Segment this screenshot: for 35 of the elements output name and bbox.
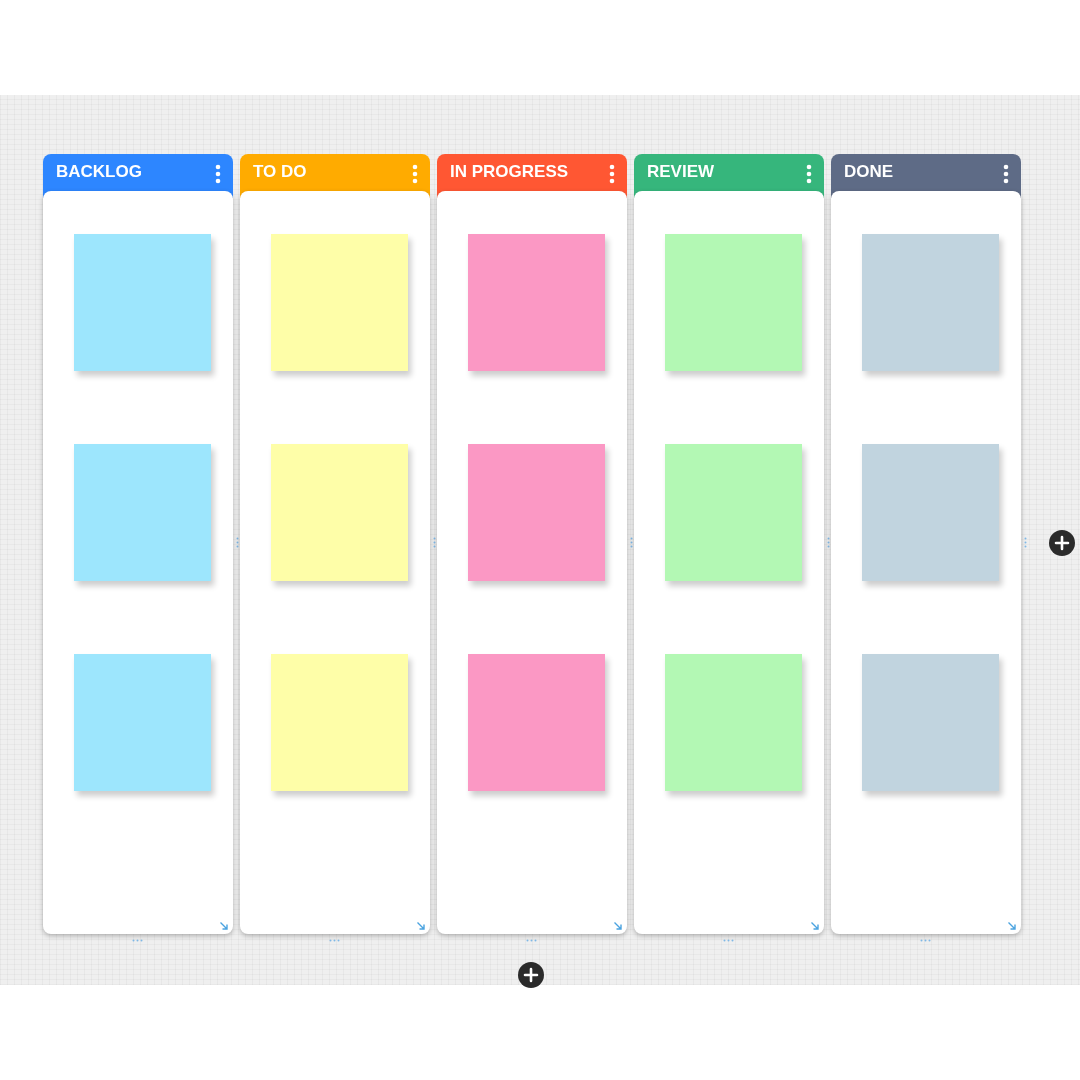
sticky-note[interactable] — [74, 234, 211, 371]
resize-arrow-icon[interactable] — [219, 921, 229, 931]
add-icon[interactable] — [1049, 530, 1075, 556]
add-icon[interactable] — [518, 962, 544, 988]
resize-arrow-icon[interactable] — [810, 921, 820, 931]
sticky-note[interactable] — [665, 654, 802, 791]
sticky-note[interactable] — [468, 444, 605, 581]
resize-arrow-icon[interactable] — [416, 921, 426, 931]
column-title: TO DO — [253, 162, 307, 182]
column-title: REVIEW — [647, 162, 715, 182]
sticky-note[interactable] — [665, 234, 802, 371]
sticky-note[interactable] — [271, 234, 408, 371]
drag-handle-icon[interactable] — [827, 537, 830, 548]
sticky-note[interactable] — [74, 444, 211, 581]
column-title: DONE — [844, 162, 894, 182]
sticky-note[interactable] — [74, 654, 211, 791]
sticky-note[interactable] — [468, 234, 605, 371]
sticky-note[interactable] — [862, 654, 999, 791]
column-title: IN PROGRESS — [450, 162, 569, 182]
sticky-note[interactable] — [665, 444, 802, 581]
sticky-note[interactable] — [862, 234, 999, 371]
resize-arrow-icon[interactable] — [613, 921, 623, 931]
column-title: BACKLOG — [56, 162, 142, 182]
sticky-note[interactable] — [271, 654, 408, 791]
drag-handle-icon[interactable] — [630, 537, 633, 548]
sticky-note[interactable] — [468, 654, 605, 791]
sticky-note[interactable] — [862, 444, 999, 581]
drag-handle-icon[interactable] — [433, 537, 436, 548]
more-options-icon[interactable] — [1003, 164, 1009, 184]
more-options-icon[interactable] — [609, 164, 615, 184]
resize-arrow-icon[interactable] — [1007, 921, 1017, 931]
more-options-icon[interactable] — [806, 164, 812, 184]
drag-handle-icon[interactable] — [236, 537, 239, 548]
more-options-icon[interactable] — [215, 164, 221, 184]
sticky-note[interactable] — [271, 444, 408, 581]
